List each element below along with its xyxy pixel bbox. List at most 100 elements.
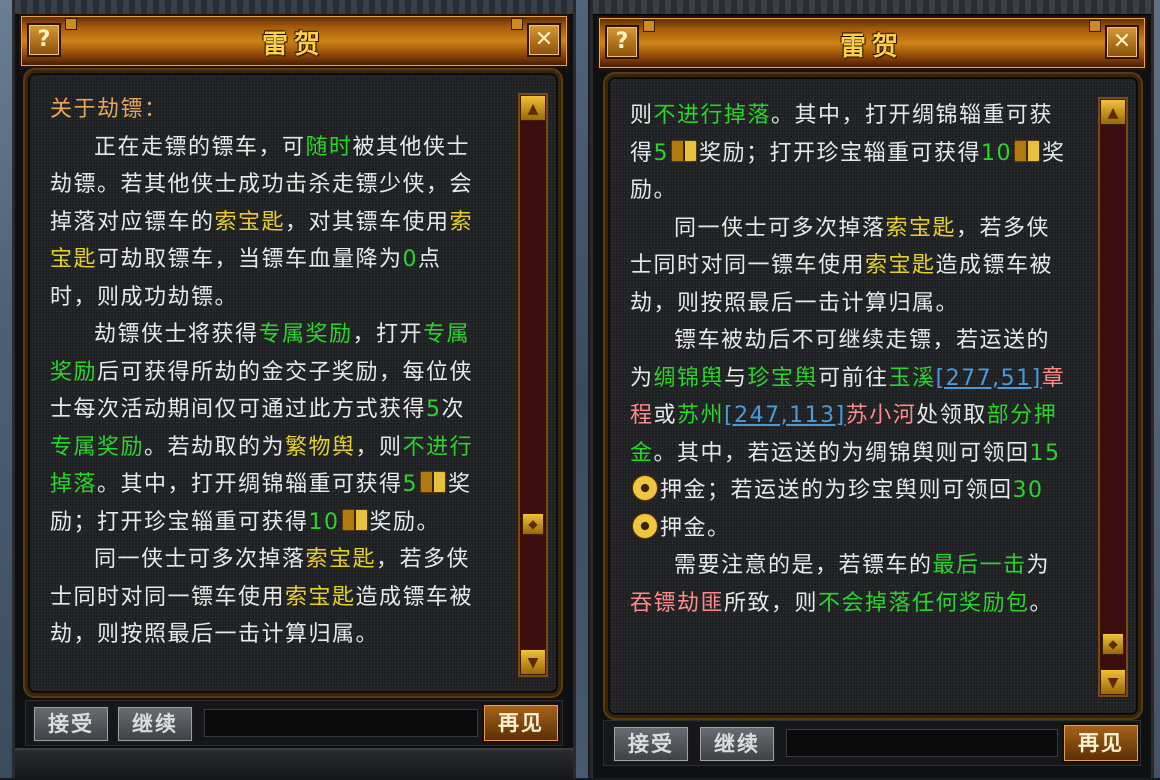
highlight-text: 索宝匙 [285,584,356,610]
highlight-text: 30 [1012,478,1044,503]
dialog-text-run: 同一侠士可多次掉落 [674,215,886,241]
dialog-text-run: 关于劫镖： [50,97,168,122]
scroll-down-button[interactable]: ▼ [1100,669,1126,695]
dialog-text-run: 。若劫取的为 [144,434,286,460]
dialog-text-run: 正在走镖的镖车，可 [94,134,306,160]
dialog-panel-left: ? 雷贺 ✕ 关于劫镖： 正在走镖的镖车，可随时被其他侠士劫镖。若其他侠士成功击杀… [12,0,576,780]
gold-book-icon [671,139,698,162]
copper-coin-icon [632,475,658,501]
highlight-text: 不进行掉落 [653,103,772,128]
dialog-text-run: 所致，则 [724,590,819,616]
highlight-text: 随时 [305,134,353,160]
highlight-text: 繁物舆 [285,434,356,460]
dialog-text-run: 则 [630,103,654,128]
dialog-text-run: 处领取 [916,403,987,428]
button-bar: 接受 继续 再见 [25,700,563,746]
gold-book-icon [1014,139,1041,162]
dialog-paragraph: 同一侠士可多次掉落索宝匙，若多侠士同时对同一镖车使用索宝匙造成镖车被劫，则按照最… [630,210,1068,323]
dialog-text-run: 押金。 [660,515,731,541]
scroll-down-button[interactable]: ▼ [520,649,546,675]
highlight-text: 最后一击 [932,553,1027,578]
dialog-text-run: 奖励；打开珍宝辎重可获得 [699,140,982,166]
highlight-text: 5 [426,397,442,422]
highlight-text: 珍宝舆 [747,365,819,391]
highlight-text: 15 [1029,440,1061,466]
highlight-text: 苏小河 [845,403,917,428]
highlight-text: 索宝匙 [885,215,957,241]
scroll-thumb[interactable]: ◆ [522,513,544,535]
highlight-text: 苏州 [677,403,725,428]
scroll-thumb[interactable]: ◆ [1102,633,1124,655]
scroll-up-button[interactable]: ▲ [1100,99,1126,125]
dialog-paragraph: 需要注意的是，若镖车的最后一击为吞镖劫匪所致，则不会掉落任何奖励包。 [630,547,1068,622]
dialog-text-run: 为 [1026,553,1051,578]
dialog-text-run: 奖励。 [369,509,441,535]
gold-book-icon [341,508,368,531]
dialog-paragraph: 则不进行掉落。其中，打开绸锦辎重可获得5 奖励；打开珍宝辎重可获得10 奖励。 [630,97,1068,210]
highlight-text: 不会掉落任何奖励包 [818,590,1030,616]
goodbye-button[interactable]: 再见 [482,703,560,743]
button-bar-spacer [786,729,1058,757]
dialog-text-run: ，对其镖车使用 [285,209,450,235]
button-bar: 接受 继续 再见 [603,720,1141,766]
dialog-text-run: 与 [724,365,748,391]
accept-button[interactable]: 接受 [32,705,110,743]
coordinate-link[interactable]: [277,51] [936,366,1042,391]
highlight-text: 吞镖劫匪 [630,590,725,616]
highlight-text: 绸锦舆 [653,365,725,391]
highlight-text: 索宝匙 [865,253,936,278]
dialog-panel-right: ? 雷贺 ✕ 则不进行掉落。其中，打开绸锦辎重可获得5 奖励；打开珍宝辎重可获得1… [590,0,1154,778]
highlight-text: 玉溪 [888,365,936,391]
dialog-heading: 关于劫镖： [50,91,488,129]
coordinate-link[interactable]: [247,113] [724,403,846,428]
accept-button[interactable]: 接受 [612,725,690,763]
highlight-text: 5 [653,140,670,166]
title-bar[interactable]: ? 雷贺 ✕ [597,16,1147,70]
dialog-text-run: 劫镖侠士将获得 [94,322,259,347]
dialog-text-run: 。其中，打开绸锦辎重可获得 [97,472,403,497]
dialog-text-run: ，则 [355,434,403,460]
dialog-text-run: 同一侠士可多次掉落 [94,547,306,572]
dialog-paragraph: 同一侠士可多次掉落索宝匙，若多侠士同时对同一镖车使用索宝匙造成镖车被劫，则按照最… [50,541,488,654]
dialog-text-frame: 关于劫镖： 正在走镖的镖车，可随时被其他侠士劫镖。若其他侠士成功击杀走镖少侠，会掉… [25,70,561,696]
dialog-text-run: 可劫取镖车，当镖车血量降为 [97,247,403,272]
scroll-up-button[interactable]: ▲ [520,95,546,121]
highlight-text: 专属奖励 [258,322,353,347]
highlight-text: 索宝匙 [305,547,377,572]
continue-button[interactable]: 继续 [698,725,776,763]
panel-top-strip [15,0,573,15]
scrollbar[interactable]: ▲ ◆ ▼ [518,93,548,677]
dialog-paragraph: 正在走镖的镖车，可随时被其他侠士劫镖。若其他侠士成功击杀走镖少侠，会掉落对应镖车… [50,129,488,317]
highlight-text: 索宝匙 [214,209,286,235]
npc-name-title: 雷贺 [839,32,904,62]
button-bar-spacer [204,709,478,737]
dialog-text-frame: 则不进行掉落。其中，打开绸锦辎重可获得5 奖励；打开珍宝辎重可获得10 奖励。 同一侠… [605,74,1141,718]
close-button[interactable]: ✕ [1105,25,1139,59]
close-button[interactable]: ✕ [527,23,561,57]
panel-footer [15,748,573,780]
copper-coin-icon [632,512,658,539]
highlight-text: 10 [308,509,340,535]
dialog-text-run: 或 [653,403,678,428]
dialog-paragraph: 劫镖侠士将获得专属奖励，打开专属奖励后可获得所劫的金交子奖励，每位侠士每次活动期… [50,316,488,541]
dialog-text: 则不进行掉落。其中，打开绸锦辎重可获得5 奖励；打开珍宝辎重可获得10 奖励。 同一侠… [630,97,1068,622]
highlight-text: 10 [981,140,1013,166]
highlight-text: 5 [402,472,419,497]
scrollbar[interactable]: ▲ ◆ ▼ [1098,97,1128,697]
dialog-text-run: 。其中，若运送的为绸锦舆则可领回 [653,440,1030,466]
highlight-text: 专属奖励 [50,434,145,460]
dialog-text-run: 可前往 [818,365,889,391]
dialog-text-run: ，打开 [352,322,424,347]
gold-book-icon [420,471,447,493]
goodbye-button[interactable]: 再见 [1062,723,1140,763]
dialog-paragraph: 镖车被劫后不可继续走镖，若运送的为绸锦舆与珍宝舆可前往玉溪[277,51]章程或… [630,322,1068,547]
npc-name-title: 雷贺 [261,30,326,60]
title-bar[interactable]: ? 雷贺 ✕ [19,14,569,68]
panel-top-strip [593,0,1151,15]
continue-button[interactable]: 继续 [116,705,194,743]
dialog-text-run: 需要注意的是，若镖车的 [674,553,933,578]
dialog-text-run: 。 [1029,590,1054,616]
dialog-text-run: 押金；若运送的为珍宝舆则可领回 [660,478,1013,503]
dialog-text-run: 后可获得所劫的金交子奖励，每位侠士每次活动期间仅可通过此方式获得 [50,359,474,423]
highlight-text: 0 [402,247,419,272]
